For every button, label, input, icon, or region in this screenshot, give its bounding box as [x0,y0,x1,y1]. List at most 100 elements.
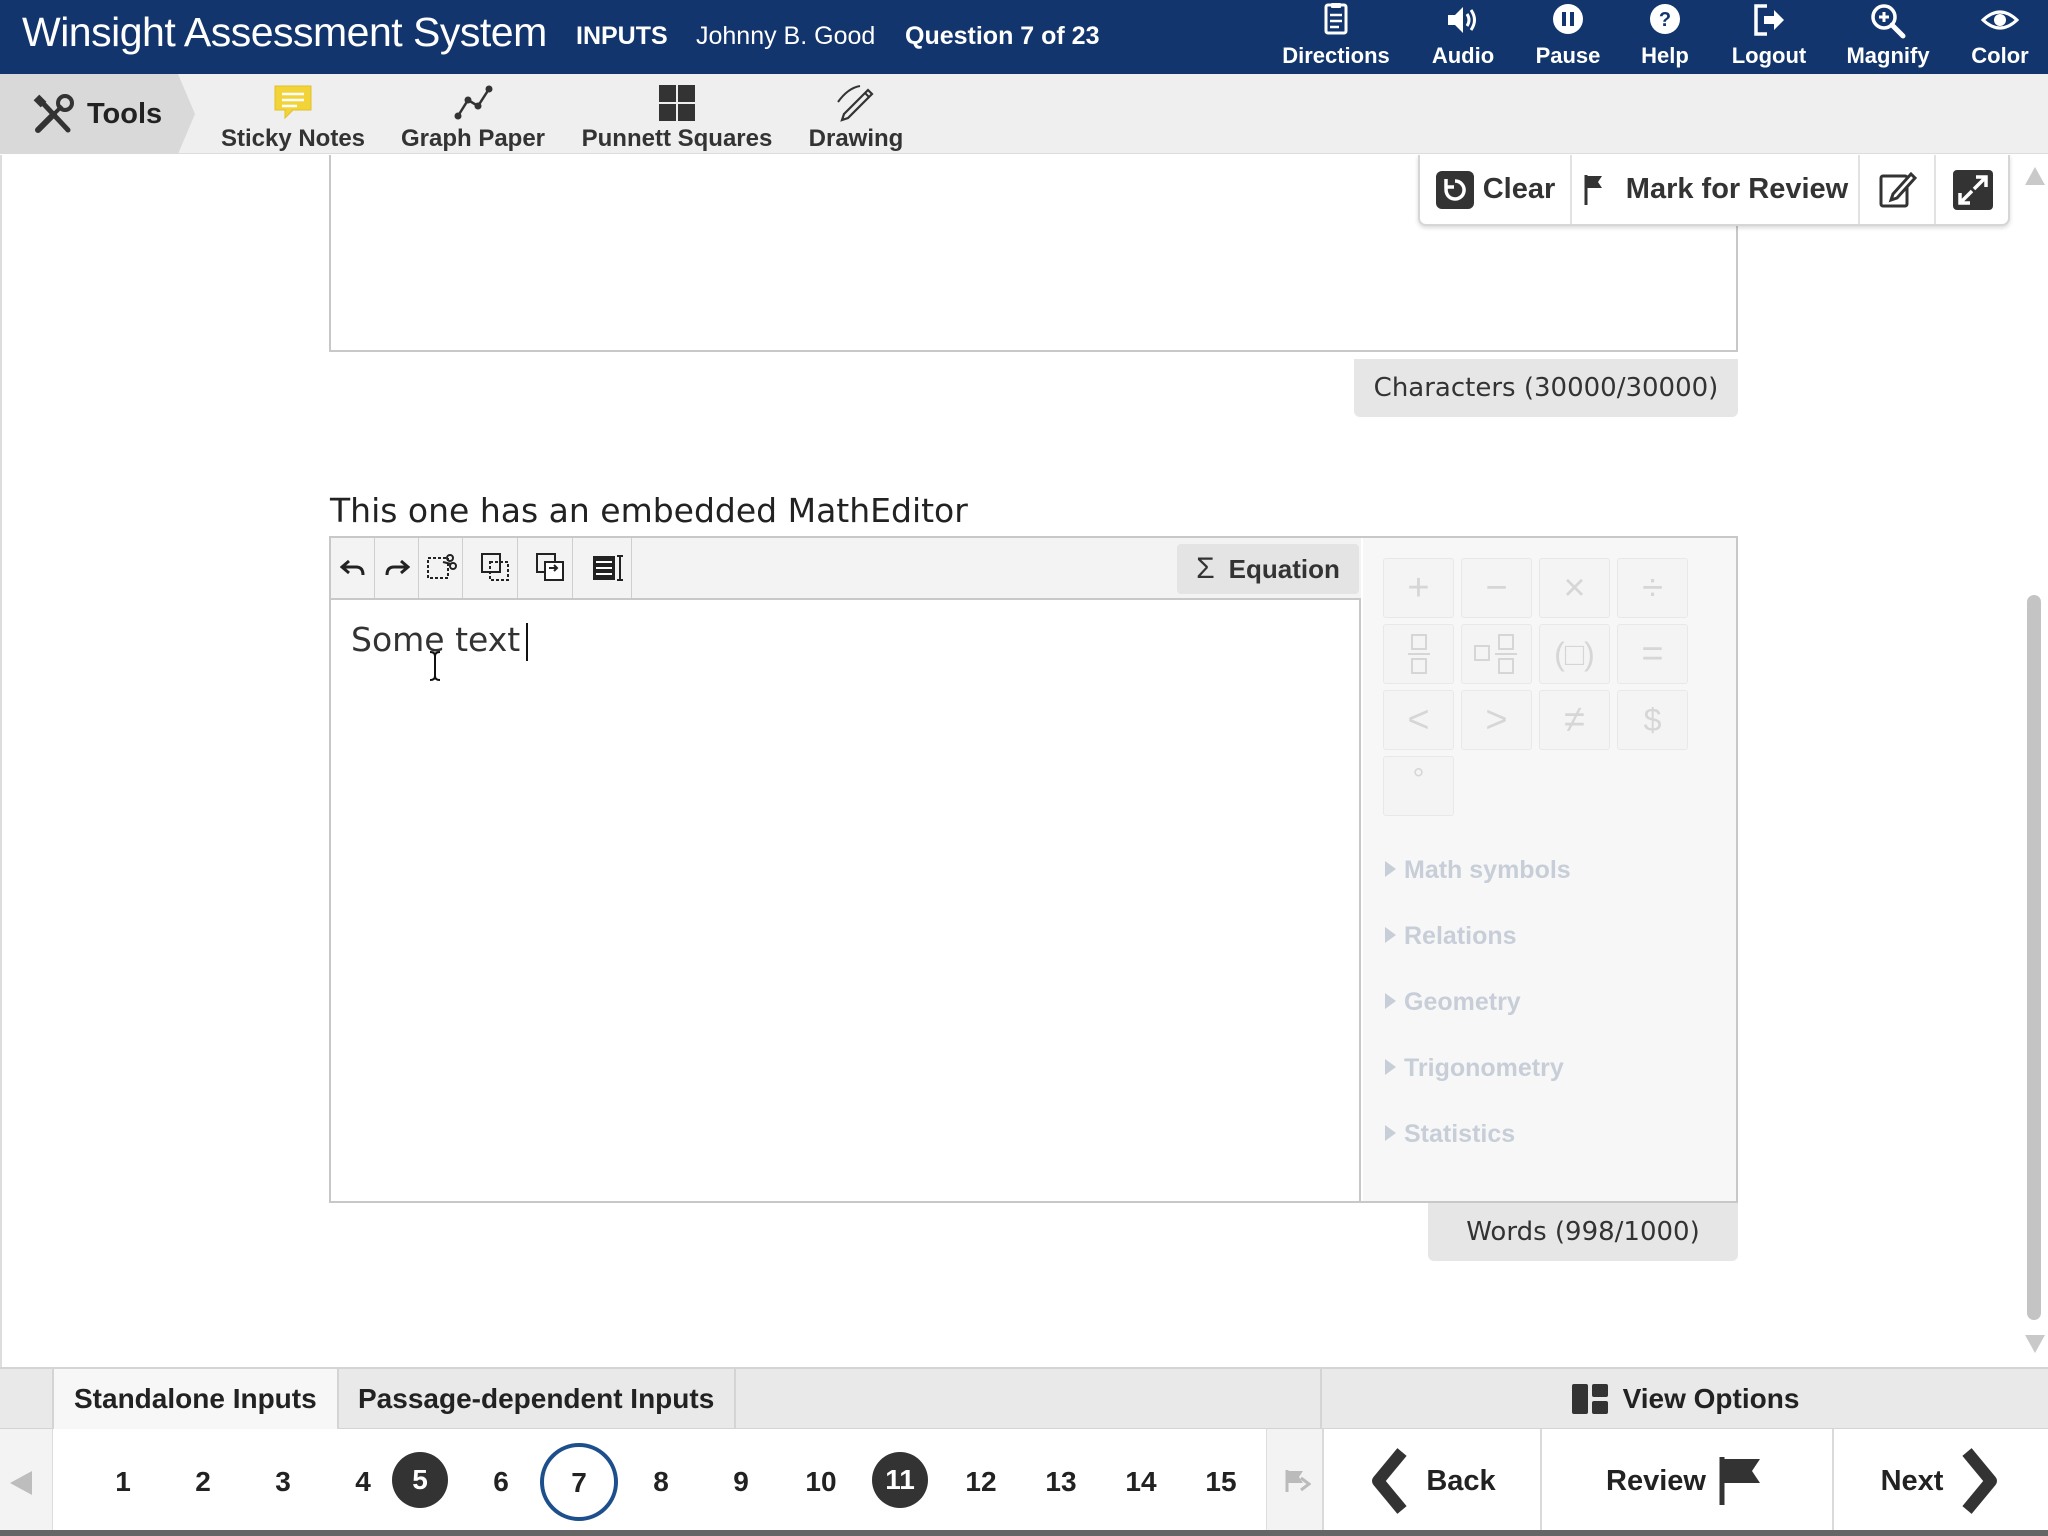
color-button[interactable]: Color [1960,0,2040,74]
copy-icon [480,553,509,581]
question-number[interactable]: 15 [1192,1453,1250,1511]
cut-button[interactable] [419,538,463,598]
tab-standalone-inputs[interactable]: Standalone Inputs [52,1369,339,1429]
not-equal-key[interactable]: ≠ [1539,690,1610,750]
copy-button[interactable] [474,538,518,598]
question-number[interactable]: 2 [174,1453,232,1511]
times-key[interactable]: × [1539,558,1610,618]
directions-button[interactable]: Directions [1275,0,1397,74]
scroll-up-arrow-icon[interactable] [2025,167,2045,185]
math-palette: + − × ÷ (□) = < > ≠ $ ° Math symbols Rel… [1363,538,1736,1201]
logout-icon [1754,4,1784,36]
tools-label: Tools [87,98,163,130]
content-scrollbar[interactable] [2020,155,2048,1367]
mixed-number-key[interactable] [1461,624,1532,684]
expand-button[interactable] [1936,155,2010,224]
graph-line-icon [454,85,493,120]
ibeam-cursor-icon [429,651,441,681]
mark-for-review-label: Mark for Review [1625,173,1849,205]
view-options-button[interactable]: View Options [1320,1369,2048,1429]
top-header: Winsight Assessment System INPUTS Johnny… [0,0,2048,74]
category-trigonometry[interactable]: Trigonometry [1385,1054,1564,1083]
pause-label: Pause [1535,43,1601,68]
select-all-button[interactable] [584,538,632,598]
equation-button[interactable]: Σ Equation [1177,544,1359,594]
question-content: Characters (30000/30000) Clear Mark for … [0,155,2020,1367]
notepad-button[interactable] [1860,155,1936,224]
math-editor: Σ Equation Some text + − × ÷ (□) = < > ≠… [329,536,1738,1203]
question-number[interactable]: 10 [792,1453,850,1511]
help-button[interactable]: ? Help [1625,0,1705,74]
question-number[interactable]: 1 [94,1453,152,1511]
tab-passage-dependent-inputs[interactable]: Passage-dependent Inputs [338,1369,737,1429]
magnify-button[interactable]: Magnify [1840,0,1936,74]
reset-icon [1435,170,1474,209]
category-relations[interactable]: Relations [1385,922,1517,951]
question-number[interactable]: 8 [632,1453,690,1511]
punnett-squares-tool[interactable]: Punnett Squares [578,74,776,154]
review-button[interactable]: Review [1540,1429,1832,1533]
next-button[interactable]: Next [1832,1429,2048,1533]
question-number[interactable]: 12 [952,1453,1010,1511]
question-number[interactable]: 14 [1112,1453,1170,1511]
minus-key[interactable]: − [1461,558,1532,618]
question-action-bar: Clear Mark for Review [1418,155,2010,226]
previous-page-arrow-icon[interactable] [10,1471,32,1495]
logout-button[interactable]: Logout [1720,0,1818,74]
question-number[interactable]: 13 [1032,1453,1090,1511]
question-number[interactable]: 4 [334,1453,392,1511]
question-number-answered[interactable]: 5 [392,1452,448,1508]
magnify-label: Magnify [1846,43,1930,68]
dollar-key[interactable]: $ [1617,690,1688,750]
parentheses-key[interactable]: (□) [1539,624,1610,684]
back-button[interactable]: Back [1322,1429,1540,1533]
question-number[interactable]: 3 [254,1453,312,1511]
fraction-key[interactable] [1383,624,1454,684]
equals-key[interactable]: = [1617,624,1688,684]
tools-icon [33,94,74,133]
chevron-left-icon [1372,1448,1407,1514]
pause-button[interactable]: Pause [1525,0,1611,74]
redo-button[interactable] [375,538,419,598]
greater-than-key[interactable]: > [1461,690,1532,750]
word-counter: Words (998/1000) [1428,1203,1738,1261]
less-than-key[interactable]: < [1383,690,1454,750]
undo-button[interactable] [331,538,375,598]
plus-key[interactable]: + [1383,558,1454,618]
scroll-down-arrow-icon[interactable] [2025,1335,2045,1353]
editor-toolbar: Σ Equation [331,538,1361,600]
paste-button[interactable] [529,538,573,598]
help-icon: ? [1650,4,1680,34]
question-number[interactable]: 6 [472,1453,530,1511]
next-label: Next [1880,1464,1944,1497]
clear-button[interactable]: Clear [1420,155,1572,224]
divide-key[interactable]: ÷ [1617,558,1688,618]
math-editor-input[interactable]: Some text [331,600,1361,1201]
flagged-filter[interactable] [1270,1429,1322,1533]
sigma-icon: Σ [1196,552,1215,585]
graph-paper-label: Graph Paper [400,125,546,152]
degree-key[interactable]: ° [1383,756,1454,816]
sticky-note-icon [274,85,312,120]
scroll-thumb[interactable] [2027,595,2041,1320]
section-name: INPUTS [576,22,668,50]
question-number[interactable]: 9 [712,1453,770,1511]
audio-icon [1448,7,1476,33]
category-statistics[interactable]: Statistics [1385,1120,1515,1149]
audio-button[interactable]: Audio [1418,0,1508,74]
tools-toggle[interactable]: Tools [0,74,195,154]
graph-paper-tool[interactable]: Graph Paper [396,74,550,154]
user-name: Johnny B. Good [696,22,876,50]
category-geometry[interactable]: Geometry [1385,988,1521,1017]
flag-icon [1584,174,1602,205]
question-number-current[interactable]: 7 [540,1443,618,1521]
pause-icon [1553,4,1583,34]
drawing-tool[interactable]: Drawing [800,74,912,154]
eye-icon [1981,10,2019,30]
fraction-icon [1407,634,1430,674]
tools-toolbar: Tools Sticky Notes Graph Paper Punnett S… [0,74,2048,154]
question-number-answered[interactable]: 11 [872,1452,928,1508]
mark-for-review-button[interactable]: Mark for Review [1572,155,1860,224]
category-math-symbols[interactable]: Math symbols [1385,856,1571,885]
sticky-notes-tool[interactable]: Sticky Notes [218,74,368,154]
